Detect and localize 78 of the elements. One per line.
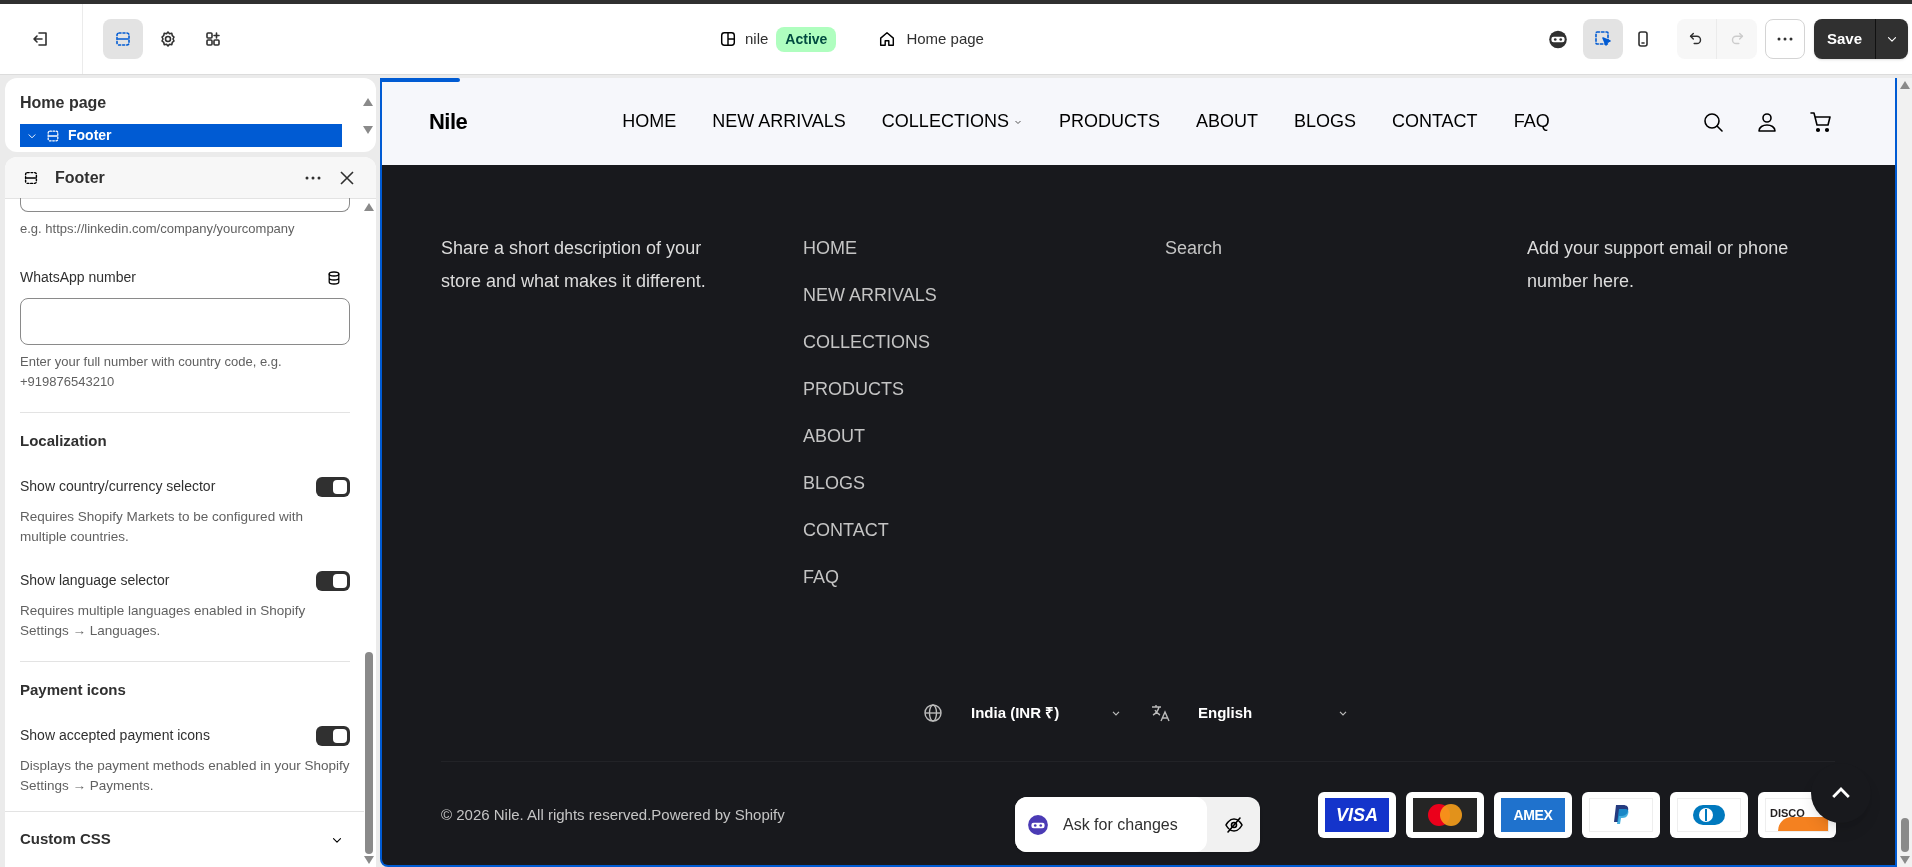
country-selector[interactable]: India (INR ₹) xyxy=(915,693,1130,733)
toggle-description: Displays the payment methods enabled in your Shopify Settings → Payments. xyxy=(20,757,350,795)
field-label: WhatsApp number xyxy=(20,268,136,287)
toggle-label: Show language selector xyxy=(20,571,170,590)
save-button[interactable]: Save xyxy=(1813,19,1876,59)
collapsible-section[interactable]: Custom CSS xyxy=(5,811,364,867)
scroll-down-icon[interactable] xyxy=(363,856,374,864)
footer-link[interactable]: COLLECTIONS xyxy=(803,326,931,359)
scroll-up-icon[interactable] xyxy=(363,203,374,211)
sections-icon xyxy=(113,29,133,49)
panel-title: Footer xyxy=(55,167,105,188)
payment-card-icon xyxy=(1582,792,1660,838)
scroll-up-icon[interactable] xyxy=(363,98,373,106)
scroll-down-icon[interactable] xyxy=(1899,856,1910,864)
assistant-face-icon[interactable] xyxy=(1546,28,1569,50)
input-field[interactable] xyxy=(20,298,350,345)
nav-link[interactable]: FAQ xyxy=(1513,108,1550,135)
scroll-up-icon[interactable] xyxy=(1899,81,1910,89)
toggle-switch[interactable] xyxy=(316,476,350,497)
nav-link[interactable]: BLOGS xyxy=(1293,108,1356,135)
nav-link[interactable]: NEW ARRIVALS xyxy=(712,108,846,135)
footer-description: Share a short description of your store and what makes it different. xyxy=(441,237,707,293)
footer-link[interactable]: PRODUCTS xyxy=(803,373,904,406)
home-icon xyxy=(878,30,897,48)
toggle-label: Show accepted payment icons xyxy=(20,726,210,745)
toggle-switch[interactable] xyxy=(316,570,350,591)
footer-link[interactable]: HOME xyxy=(803,232,857,265)
footer-link[interactable]: Search xyxy=(1165,232,1223,265)
payment-card-icon xyxy=(1406,792,1484,838)
sidebar-title: Home page xyxy=(20,93,107,113)
nav-link[interactable]: PRODUCTS xyxy=(1058,108,1160,135)
copyright-text: © 2026 Nile. All rights reserved.Powered by Shopify xyxy=(441,804,785,825)
footer-link[interactable]: CONTACT xyxy=(803,514,889,547)
payment-card-icon: VISA xyxy=(1318,792,1396,838)
field-hint: Enter your full number with country code, e.g. +919876543210 xyxy=(20,353,283,391)
settings-icon xyxy=(158,29,178,49)
language-selector[interactable]: English xyxy=(1142,693,1357,733)
translate-icon xyxy=(1150,702,1172,724)
page-selector[interactable]: Home page xyxy=(906,27,984,51)
section-heading: Payment icons xyxy=(20,680,127,700)
toggle-label: Show country/currency selector xyxy=(20,477,216,496)
nav-link[interactable]: HOME xyxy=(622,108,677,135)
inspector-icon xyxy=(1592,29,1613,49)
tree-item[interactable]: Footer xyxy=(20,124,342,147)
toggle-description: Requires Shopify Markets to be configured with multiple countries. xyxy=(20,508,304,546)
footer-contact: Add your support email or phone number here. xyxy=(1527,237,1790,293)
input-field[interactable] xyxy=(20,198,350,212)
scroll-down-icon[interactable] xyxy=(363,126,373,134)
field-hint: e.g. https://linkedin.com/company/yourcompany xyxy=(20,220,296,238)
more-icon xyxy=(305,175,321,180)
nav-link[interactable]: ABOUT xyxy=(1195,108,1258,135)
more-icon xyxy=(1776,37,1793,41)
assistant-face-icon xyxy=(1027,813,1049,836)
status-badge: Active xyxy=(776,26,837,52)
layout-icon xyxy=(719,30,737,48)
scrollbar[interactable] xyxy=(1897,78,1912,867)
nav-link[interactable]: CONTACT xyxy=(1391,108,1478,135)
payment-card-icon xyxy=(1670,792,1748,838)
ask-button[interactable]: Ask for changes xyxy=(1015,797,1207,852)
database-icon[interactable] xyxy=(326,269,342,286)
footer-link[interactable]: NEW ARRIVALS xyxy=(803,279,937,312)
globe-icon xyxy=(923,703,943,723)
toggle-description: Requires multiple languages enabled in Shopify Settings → Languages. xyxy=(20,602,307,640)
scrollbar-thumb[interactable] xyxy=(1900,818,1909,852)
toggle-switch[interactable] xyxy=(316,725,350,746)
footer-link[interactable]: BLOGS xyxy=(803,467,866,500)
eye-off-icon xyxy=(1223,814,1244,835)
site-logo[interactable]: Nile xyxy=(429,105,468,138)
scrollbar-thumb[interactable] xyxy=(364,652,373,854)
apps-icon xyxy=(203,29,223,49)
footer-link[interactable]: ABOUT xyxy=(803,420,865,453)
close-icon xyxy=(340,170,354,185)
section-heading: Localization xyxy=(20,431,108,451)
cart-icon[interactable] xyxy=(1809,109,1833,134)
payment-card-icon: AMEX xyxy=(1494,792,1572,838)
footer-link[interactable]: FAQ xyxy=(803,561,839,594)
nav-link[interactable]: COLLECTIONS xyxy=(881,108,1023,135)
store-name: nile xyxy=(745,28,769,49)
